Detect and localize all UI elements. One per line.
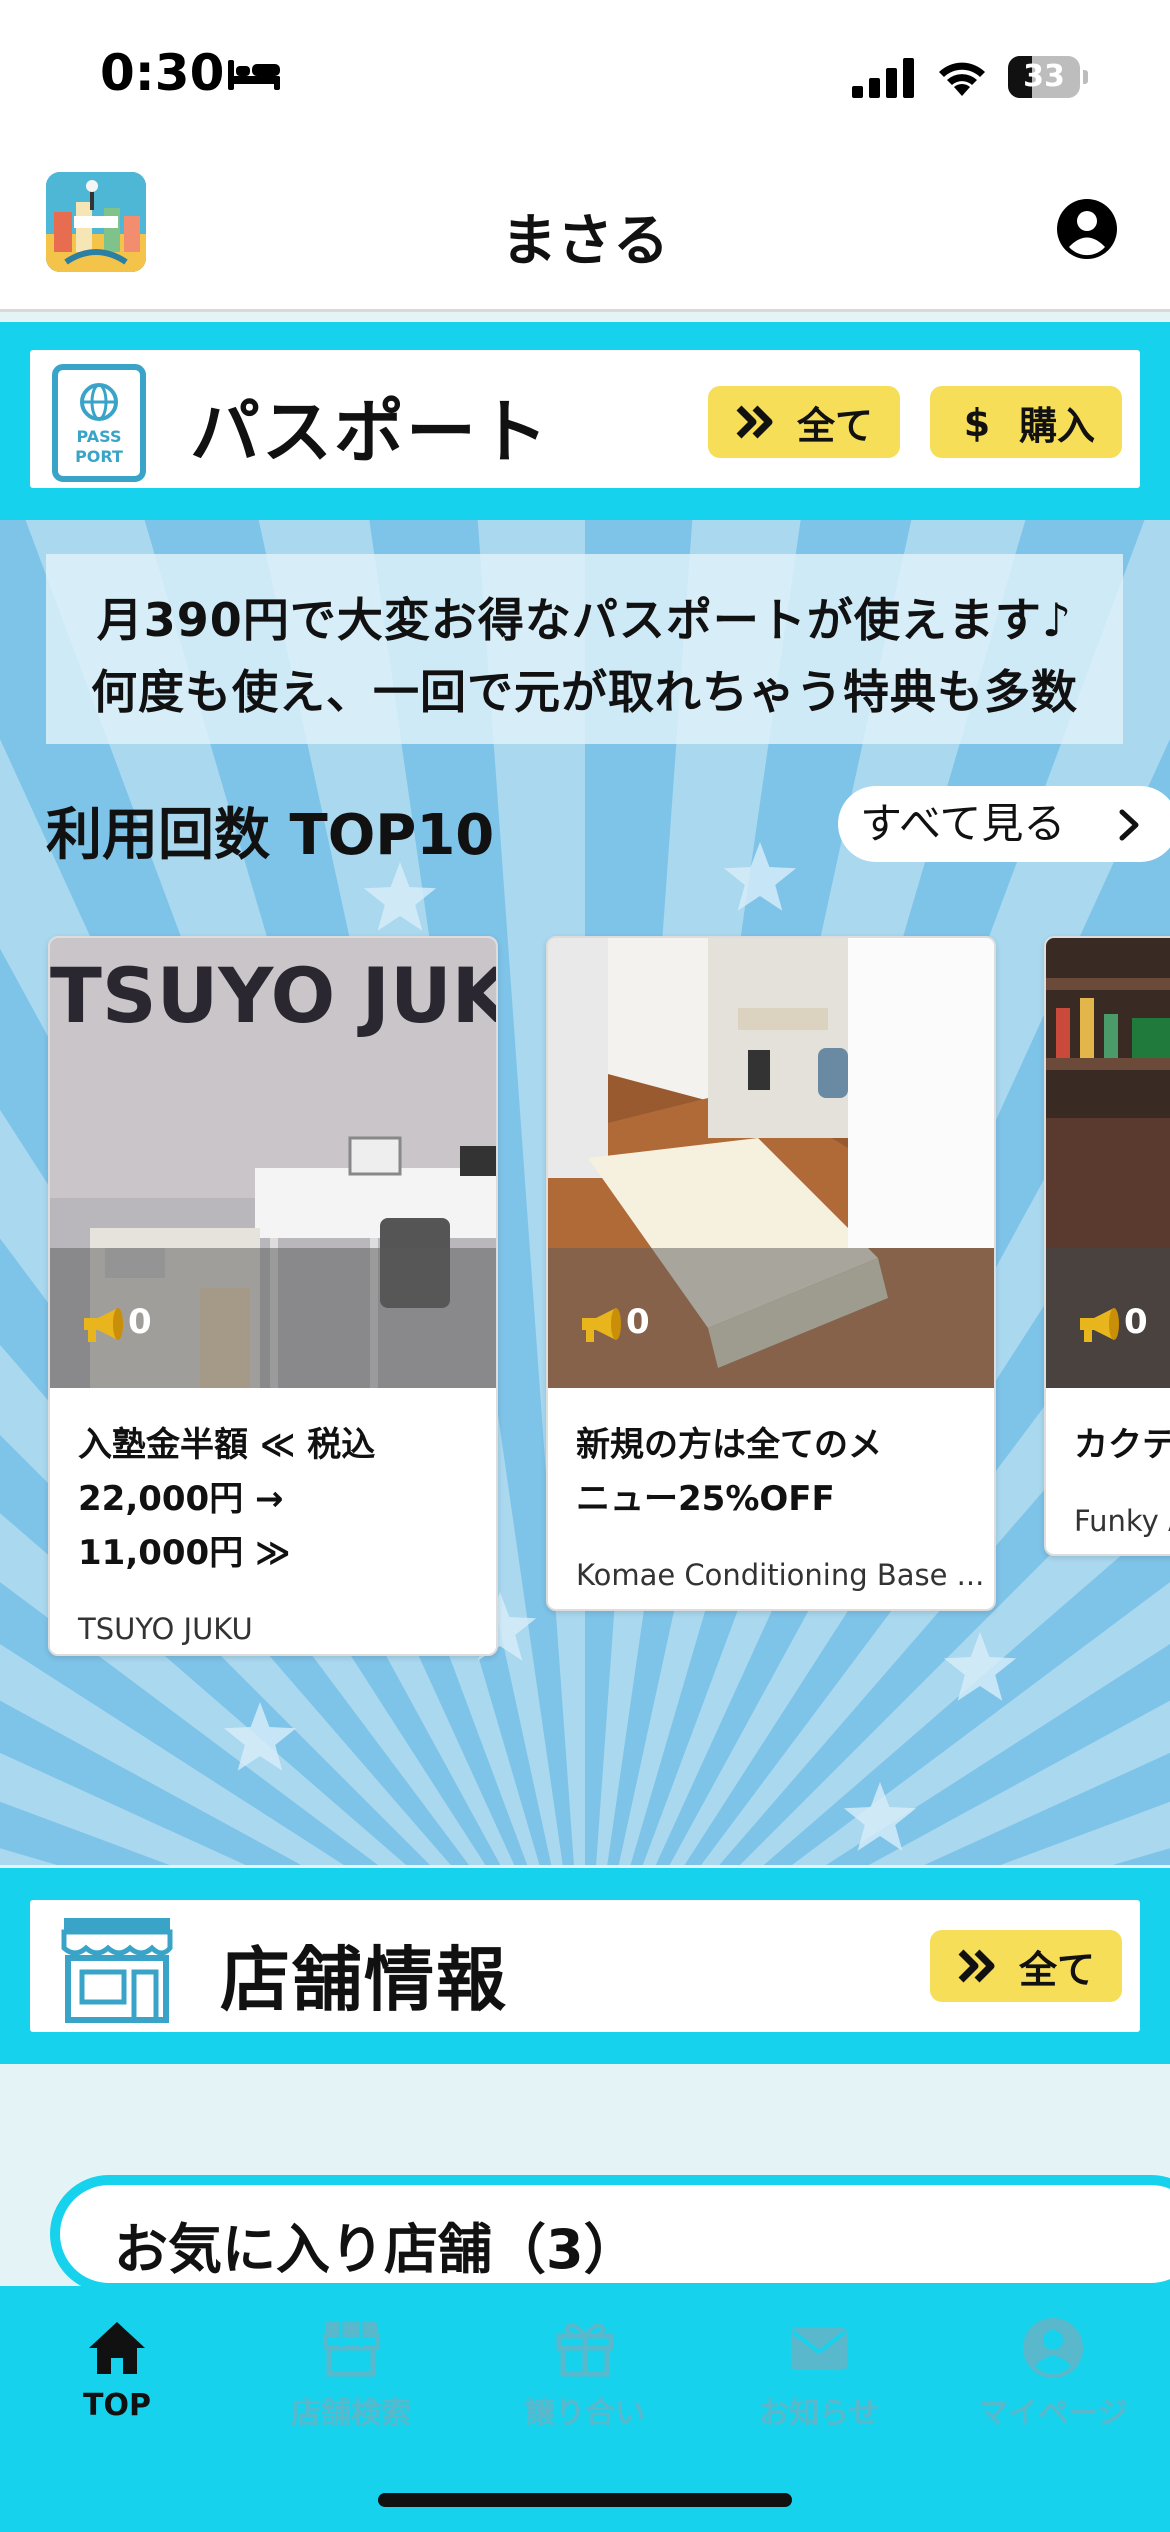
coupon-card[interactable]: 0 カクテ Funky A — [1044, 936, 1170, 1556]
use-count: 0 — [626, 1302, 650, 1342]
double-chevron-icon — [736, 405, 773, 439]
coupon-title-line: 新規の方は全てのメ — [576, 1425, 882, 1465]
coupon-title: カクテ — [1074, 1418, 1170, 1472]
status-time: 0:30 — [100, 44, 225, 102]
coupon-card[interactable]: 0 新規の方は全てのメ ニュー25%OFF Komae Conditioning… — [546, 936, 996, 1611]
tab-label: TOP — [83, 2388, 151, 2423]
see-all-button[interactable]: すべて見る — [838, 786, 1170, 862]
coupon-shop-name: Komae Conditioning Base ... — [576, 1558, 985, 1592]
store-info-section-header: 店舗情報 全て — [0, 1868, 1170, 2064]
megaphone-icon — [1080, 1308, 1119, 1342]
promo-banner: 月390円で大変お得なパスポートが使えます♪ 何度も使え、一回で元が取れちゃう特… — [46, 554, 1123, 744]
wifi-icon — [939, 62, 985, 96]
store-info-title: 店舗情報 — [220, 1939, 508, 2021]
svg-text:PASS: PASS — [77, 427, 122, 446]
tab-top[interactable]: TOP — [0, 2316, 234, 2456]
tab-label: 譲り合い — [525, 2396, 645, 2431]
home-icon — [89, 2322, 145, 2374]
coupon-title: 入塾金半額 ≪ 税込 22,000円 → 11,000円 ≫ — [78, 1418, 478, 1580]
store-info-all-button[interactable]: 全て — [930, 1930, 1122, 2002]
home-indicator[interactable] — [378, 2493, 792, 2507]
tab-mypage[interactable]: マイページ — [936, 2316, 1170, 2456]
passport-all-button[interactable]: 全て — [708, 386, 900, 458]
passport-buy-label: 購入 — [1018, 403, 1095, 448]
see-all-label: すべて見る — [860, 799, 1066, 848]
dollar-icon: $ — [964, 402, 990, 442]
svg-text:$: $ — [964, 402, 990, 442]
store-info-all-label: 全て — [1018, 1947, 1095, 1992]
battery-indicator: 33 — [1008, 56, 1088, 98]
coupon-shop-name: Funky A — [1074, 1504, 1170, 1538]
tab-store-search[interactable]: 店舗検索 — [234, 2316, 468, 2456]
page-title: まさる — [501, 209, 669, 274]
passport-content: 月390円で大変お得なパスポートが使えます♪ 何度も使え、一回で元が取れちゃう特… — [0, 520, 1170, 1865]
account-icon — [1023, 2318, 1083, 2378]
coupon-card[interactable]: TSUYO JUKU 0 入塾金半額 ≪ 税込 22,000円 → 11,000… — [48, 936, 498, 1656]
coupon-title-line: カクテ — [1074, 1425, 1170, 1465]
double-chevron-icon — [958, 1949, 995, 1983]
promo-line-2: 何度も使え、一回で元が取れちゃう特典も多数 — [91, 665, 1078, 719]
ranking-title: 利用回数 TOP10 — [46, 803, 495, 868]
use-count: 0 — [1124, 1302, 1148, 1342]
account-icon[interactable] — [1056, 198, 1118, 260]
tab-label: 店舗検索 — [291, 2396, 411, 2431]
tab-notifications[interactable]: お知らせ — [702, 2316, 936, 2456]
coupon-title-line: ニュー25%OFF — [576, 1479, 835, 1519]
coupon-title-line: 22,000円 → — [78, 1479, 284, 1519]
coupon-title: 新規の方は全てのメ ニュー25%OFF — [576, 1418, 976, 1526]
gift-icon — [556, 2323, 614, 2377]
svg-text:PORT: PORT — [75, 447, 123, 466]
sign-text: TSUYO JUKU — [50, 951, 498, 1040]
promo-line-1: 月390円で大変お得なパスポートが使えます♪ — [96, 593, 1073, 647]
app-header: まさる — [0, 150, 1170, 312]
tab-share[interactable]: 譲り合い — [468, 2316, 702, 2456]
store-icon — [323, 2322, 379, 2377]
passport-title: パスポート — [190, 391, 550, 473]
battery-percent: 33 — [1023, 59, 1065, 94]
coupon-title-line: 11,000円 ≫ — [78, 1533, 291, 1573]
use-count: 0 — [128, 1302, 152, 1342]
coupon-title-line: 入塾金半額 ≪ 税込 — [78, 1425, 376, 1465]
chevron-right-icon — [1119, 809, 1139, 841]
favorites-title: お気に入り店舗（3） — [114, 2218, 638, 2281]
store-icon — [61, 1918, 173, 2023]
sleep-focus-icon — [228, 60, 280, 90]
status-bar: 0:30 33 — [0, 0, 1170, 150]
passport-all-label: 全て — [796, 403, 873, 448]
tab-label: お知らせ — [759, 2396, 879, 2431]
passport-icon: PASS PORT — [52, 364, 146, 482]
favorites-header[interactable]: お気に入り店舗（3） — [50, 2175, 1170, 2293]
tab-label: マイページ — [978, 2396, 1128, 2431]
passport-buy-button[interactable]: $ 購入 — [930, 386, 1122, 458]
passport-section-header: PASS PORT パスポート 全て $ 購入 — [0, 322, 1170, 520]
megaphone-icon — [84, 1308, 123, 1342]
cellular-signal-icon — [852, 58, 914, 98]
mail-icon — [791, 2328, 847, 2370]
coupon-shop-name: TSUYO JUKU — [78, 1612, 253, 1646]
megaphone-icon — [582, 1308, 621, 1342]
